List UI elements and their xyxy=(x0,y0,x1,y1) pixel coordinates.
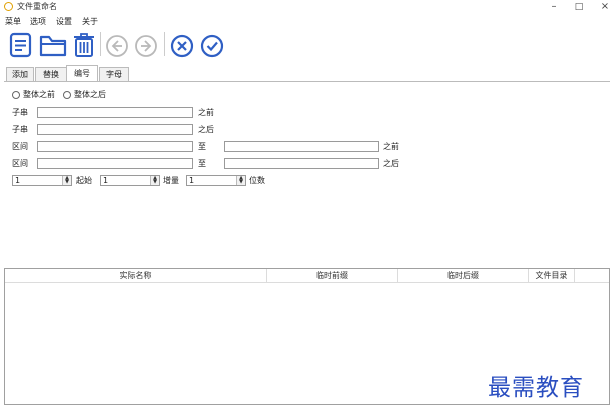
tab-add[interactable]: 添加 xyxy=(6,67,34,81)
step-label: 增量 xyxy=(163,176,179,185)
confirm-icon[interactable] xyxy=(199,31,225,59)
spin-arrows-icon[interactable]: ▲ ▼ xyxy=(236,176,245,185)
column-header-file-directory[interactable]: 文件目录 xyxy=(529,269,575,282)
digits-value: 1 xyxy=(189,176,195,185)
menu-item-settings[interactable]: 设置 xyxy=(56,15,72,28)
range-before-from-input[interactable] xyxy=(37,141,193,152)
menu-item-menu[interactable]: 菜单 xyxy=(5,15,21,28)
range-after-label: 区间 xyxy=(12,159,28,168)
radio-after-all[interactable] xyxy=(63,91,71,99)
radio-after-all-label: 整体之后 xyxy=(74,90,106,99)
radio-before-all-label: 整体之前 xyxy=(23,90,55,99)
folder-icon[interactable] xyxy=(38,31,68,59)
toolbar-separator xyxy=(100,32,101,56)
substring-before-input[interactable] xyxy=(37,107,193,118)
step-stepper[interactable]: 1 ▲ ▼ xyxy=(100,175,160,186)
spin-arrows-icon[interactable]: ▲ ▼ xyxy=(62,176,71,185)
range-after-to-label: 至 xyxy=(198,159,206,168)
tab-letters[interactable]: 字母 xyxy=(99,67,129,81)
tab-numbering[interactable]: 编号 xyxy=(66,65,98,82)
start-stepper[interactable]: 1 ▲ ▼ xyxy=(12,175,72,186)
column-header-actual-name[interactable]: 实际名称 xyxy=(5,269,267,282)
step-value: 1 xyxy=(103,176,109,185)
substring-after-input[interactable] xyxy=(37,124,193,135)
digits-stepper[interactable]: 1 ▲ ▼ xyxy=(186,175,246,186)
digits-label: 位数 xyxy=(249,176,265,185)
menu-item-options[interactable]: 选项 xyxy=(30,15,46,28)
substring-before-suffix: 之前 xyxy=(198,108,214,117)
tab-replace[interactable]: 替换 xyxy=(35,67,67,81)
range-before-suffix: 之前 xyxy=(383,142,399,151)
app-icon xyxy=(4,2,13,11)
undo-icon[interactable] xyxy=(104,31,130,59)
range-before-label: 区间 xyxy=(12,142,28,151)
substring-before-label: 子串 xyxy=(12,108,28,117)
column-header-temp-suffix[interactable]: 临时后缀 xyxy=(398,269,529,282)
start-label: 起始 xyxy=(76,176,92,185)
maximize-button[interactable]: □ xyxy=(568,0,590,14)
cancel-icon[interactable] xyxy=(169,31,195,59)
radio-before-all[interactable] xyxy=(12,91,20,99)
title-bar: 文件重命名 – □ × xyxy=(0,0,612,14)
substring-after-suffix: 之后 xyxy=(198,125,214,134)
document-icon[interactable] xyxy=(8,31,34,59)
trash-icon[interactable] xyxy=(71,31,97,59)
toolbar-separator xyxy=(164,32,165,56)
window-title: 文件重命名 xyxy=(17,2,57,11)
range-after-from-input[interactable] xyxy=(37,158,193,169)
substring-after-label: 子串 xyxy=(12,125,28,134)
spin-arrows-icon[interactable]: ▲ ▼ xyxy=(150,176,159,185)
column-header-temp-prefix[interactable]: 临时前缀 xyxy=(267,269,398,282)
menu-bar: 菜单 选项 设置 关于 xyxy=(0,15,612,28)
range-after-to-input[interactable] xyxy=(224,158,379,169)
start-value: 1 xyxy=(15,176,21,185)
range-before-to-input[interactable] xyxy=(224,141,379,152)
file-list-header: 实际名称 临时前缀 临时后缀 文件目录 xyxy=(5,269,609,283)
toolbar xyxy=(0,28,612,62)
redo-icon[interactable] xyxy=(133,31,159,59)
menu-item-about[interactable]: 关于 xyxy=(82,15,98,28)
close-button[interactable]: × xyxy=(594,0,612,14)
range-after-suffix: 之后 xyxy=(383,159,399,168)
watermark: 最需教育 xyxy=(488,375,584,401)
range-before-to-label: 至 xyxy=(198,142,206,151)
minimize-button[interactable]: – xyxy=(543,0,565,14)
